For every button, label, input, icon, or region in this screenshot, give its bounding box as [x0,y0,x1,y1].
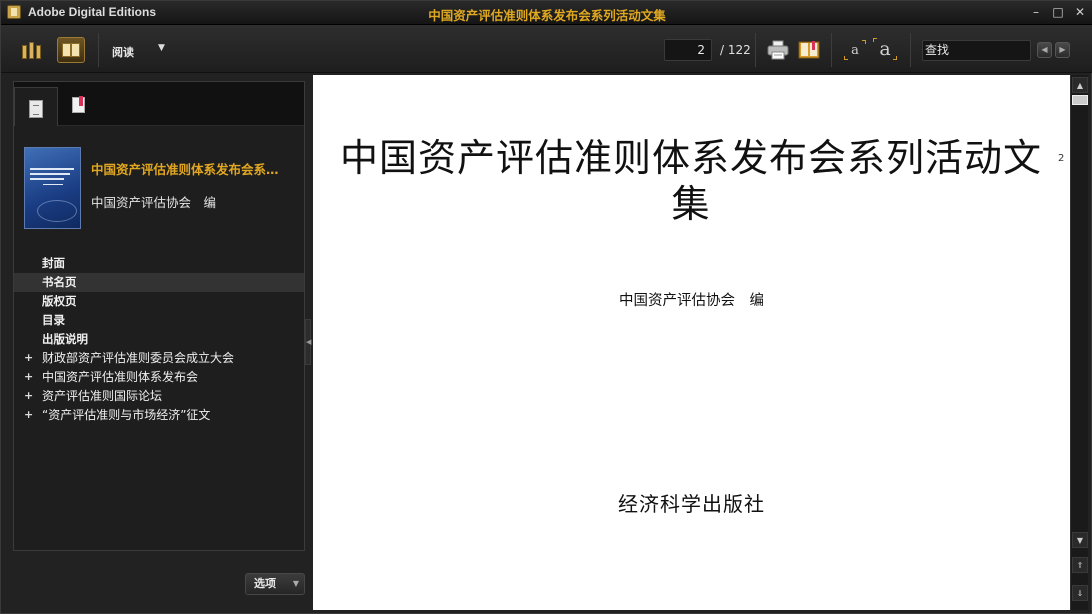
page-down-button[interactable]: ⇓ [1072,585,1088,601]
open-book-icon [62,43,71,57]
page-number-input[interactable]: 2 [664,39,712,61]
bookmark-icon [72,96,85,113]
toc-item[interactable]: 出版说明 [14,330,304,349]
toc-item-label: 封面 [42,256,65,270]
toc-item[interactable]: + “资产评估准则与市场经济”征文 [14,406,304,425]
toolbar-divider [831,33,832,67]
corner-mark [873,38,877,42]
window-document-title: 中国资产评估准则体系发布会系列活动文集 [428,8,666,23]
expand-plus-icon[interactable]: + [24,352,33,363]
toc-item-label: 版权页 [42,294,77,308]
toc-item[interactable]: 封面 [14,254,304,273]
open-book-icon-page [71,43,80,57]
sidebar-content: 中国资产评估准则体系发布会系… 中国资产评估协会 编 封面 书名页 版权页 目录… [13,81,305,551]
page-total: / 122 [720,43,751,57]
library-view-button[interactable] [19,37,47,63]
page-publisher: 经济科学出版社 [618,492,765,516]
view-mode-dropdown[interactable]: 阅读 [112,44,134,60]
cover-line [30,168,74,170]
library-icon-book [36,45,41,59]
library-icon [22,45,27,59]
page-up-button[interactable]: ⇑ [1072,557,1088,573]
bookmark-button[interactable] [797,38,821,62]
toc-item-label: 出版说明 [42,332,88,346]
search-input[interactable]: 查找 [922,40,1031,61]
toc-item[interactable]: + 中国资产评估准则体系发布会 [14,368,304,387]
book-author: 中国资产评估协会 编 [91,195,217,210]
toc-item[interactable]: + 资产评估准则国际论坛 [14,387,304,406]
increase-font-button[interactable]: a [873,36,897,62]
scroll-up-button[interactable]: ▲ [1072,77,1088,93]
toc-item-label: 书名页 [42,275,77,289]
page-number-marker: 2 [1058,153,1065,164]
library-icon-book [29,42,34,59]
corner-mark [844,56,848,60]
sidebar-collapse-handle[interactable]: ◀ [305,319,311,365]
font-small-icon: a [851,43,859,58]
page-title: 中国资产评估准则体系发布会系列活动文集 [339,136,1042,226]
search-next-button[interactable]: ▶ [1055,42,1070,58]
cover-line [30,173,70,175]
search-prev-button[interactable]: ◀ [1037,42,1052,58]
book-title: 中国资产评估准则体系发布会系… [91,162,279,177]
printer-icon [767,40,789,60]
expand-plus-icon[interactable]: + [24,390,33,401]
toc-list: 封面 书名页 版权页 目录 出版说明 + 财政部资产评估准则委员会成立大会 + 中国… [14,254,304,425]
corner-mark [893,56,897,60]
toc-item[interactable]: 目录 [14,311,304,330]
document-page: 中国资产评估准则体系发布会系列活动文集 2 中国资产评估协会 编 经济科学出版社 [313,75,1070,610]
window-controls: – □ ✕ [1029,4,1087,20]
book-cover [24,147,81,229]
vertical-scrollbar[interactable]: ▲ ▼ ⇑ ⇓ [1070,75,1088,610]
tab-table-of-contents[interactable] [14,87,58,126]
corner-mark [862,40,866,44]
toc-item-label: “资产评估准则与市场经济”征文 [42,408,211,422]
toc-item-label: 中国资产评估准则体系发布会 [42,370,199,384]
bookmark-book-icon [798,41,820,59]
scroll-thumb[interactable] [1072,95,1088,105]
expand-plus-icon[interactable]: + [24,409,33,420]
cover-decoration [37,200,77,222]
toolbar-divider [755,33,756,67]
minimize-button[interactable]: – [1029,4,1043,20]
toc-item[interactable]: 版权页 [14,292,304,311]
toc-item-label: 资产评估准则国际论坛 [42,389,163,403]
toc-icon [29,100,43,118]
toolbar-divider [910,33,911,67]
tab-bookmarks[interactable] [58,87,102,126]
reading-view-button[interactable] [57,37,85,63]
title-bar: Adobe Digital Editions 中国资产评估准则体系发布会系列活动… [1,1,1092,25]
toc-item[interactable]: 书名页 [14,273,304,292]
sidebar: 中国资产评估准则体系发布会系… 中国资产评估协会 编 封面 书名页 版权页 目录… [6,75,310,611]
toolbar-divider [98,33,99,67]
toolbar: 阅读 ▼ 2 / 122 a a 查找 ◀ ▶ [1,25,1092,73]
decrease-font-button[interactable]: a [843,38,867,62]
scroll-down-button[interactable]: ▼ [1072,532,1088,548]
expand-plus-icon[interactable]: + [24,371,33,382]
print-button[interactable] [766,38,790,62]
toc-item[interactable]: + 财政部资产评估准则委员会成立大会 [14,349,304,368]
close-button[interactable]: ✕ [1073,4,1087,20]
cover-line [30,178,64,180]
cover-line [43,184,63,185]
chevron-down-icon[interactable]: ▼ [158,43,165,53]
maximize-button[interactable]: □ [1051,4,1065,20]
options-label: 选项 [254,577,276,590]
app-window: Adobe Digital Editions 中国资产评估准则体系发布会系列活动… [0,0,1092,614]
chevron-down-icon: ▼ [292,579,299,588]
sidebar-tabs [14,82,304,126]
font-large-icon: a [879,38,891,60]
options-button[interactable]: 选项 ▼ [245,573,305,595]
toc-item-label: 目录 [42,313,65,327]
page-author: 中国资产评估协会 编 [619,293,764,309]
toc-item-label: 财政部资产评估准则委员会成立大会 [42,351,235,365]
